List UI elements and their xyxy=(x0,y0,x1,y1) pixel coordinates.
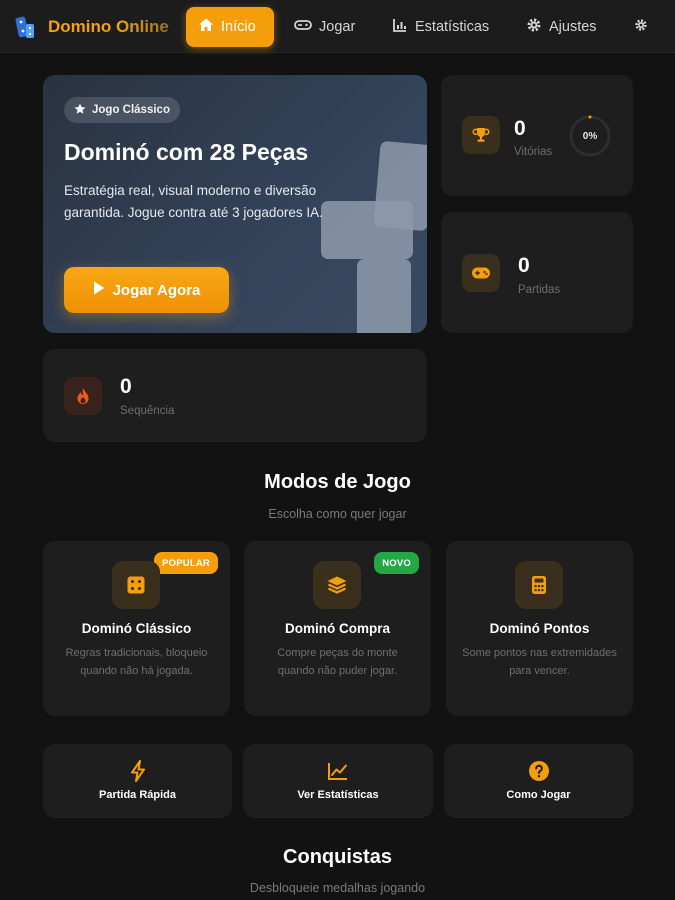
win-rate-ring: 0% xyxy=(568,114,612,158)
action-label: Partida Rápida xyxy=(98,789,177,801)
games-value: 0 xyxy=(518,254,530,277)
nav-item-inicio[interactable]: Início xyxy=(186,7,274,47)
wins-label: Vitórias xyxy=(514,146,553,158)
nav-item-label: Início xyxy=(221,19,256,35)
trophy-icon xyxy=(462,116,500,154)
streak-label: Sequência xyxy=(120,405,175,417)
lightning-icon xyxy=(125,758,151,784)
popular-badge: POPULAR xyxy=(154,552,218,574)
brand[interactable]: Domino Online xyxy=(12,12,176,42)
domino-tile-icon xyxy=(112,561,160,609)
layers-icon xyxy=(313,561,361,609)
settings-button[interactable] xyxy=(624,7,658,47)
stat-card-games: 0 Partidas xyxy=(441,212,633,333)
mode-title: Dominó Compra xyxy=(284,621,390,636)
view-stats-button[interactable]: Ver Estatísticas xyxy=(243,744,433,818)
mode-card-classico[interactable]: POPULAR Dominó Clássico Regras tradicion… xyxy=(43,541,230,716)
achievements-section-title: Conquistas xyxy=(283,846,392,868)
modes-section-title: Modos de Jogo xyxy=(264,471,411,493)
star-icon xyxy=(74,103,86,118)
gear-icon xyxy=(634,18,648,36)
mode-card-compra[interactable]: NOVO Dominó Compra Compre peças do monte… xyxy=(244,541,431,716)
streak-value: 0 xyxy=(120,375,132,398)
mode-title: Dominó Clássico xyxy=(81,621,192,636)
top-nav: Domino Online Início Jogar Estatísticas … xyxy=(0,0,675,53)
nav-item-label: Jogar xyxy=(319,19,356,35)
games-label: Partidas xyxy=(518,284,561,296)
calculator-icon xyxy=(515,561,563,609)
line-chart-icon xyxy=(325,758,351,784)
domino-decoration xyxy=(357,259,411,333)
nav-item-ajustes[interactable]: Ajustes xyxy=(514,7,609,47)
gear-icon xyxy=(526,17,542,37)
mode-description: Compre peças do monte quando não puder j… xyxy=(277,647,398,677)
nav-item-label: Estatísticas xyxy=(415,19,490,35)
hero-description: Estratégia real, visual moderno e divers… xyxy=(64,183,323,220)
help-icon xyxy=(526,758,552,784)
nav-item-label: Ajustes xyxy=(549,19,597,35)
hero-title: Dominó com 28 Peças xyxy=(64,139,309,165)
app-name: Domino Online xyxy=(48,17,176,37)
mode-card-pontos[interactable]: Dominó Pontos Some pontos nas extremidad… xyxy=(446,541,633,716)
stat-card-wins: 0 Vitórias 0% xyxy=(441,75,633,196)
modes-section-subtitle: Escolha como quer jogar xyxy=(268,507,407,521)
action-label: Ver Estatísticas xyxy=(297,789,379,801)
play-icon xyxy=(93,281,105,299)
hero-badge: Jogo Clássico xyxy=(64,97,180,123)
stat-card-streak: 0 Sequência xyxy=(43,349,427,442)
flame-icon xyxy=(64,377,102,415)
gamepad-icon xyxy=(294,18,312,36)
action-label: Como Jogar xyxy=(506,789,571,801)
play-now-button[interactable]: Jogar Agora xyxy=(64,267,229,313)
domino-logo-icon xyxy=(12,14,38,40)
nav-item-jogar[interactable]: Jogar xyxy=(282,7,367,47)
gamepad-icon xyxy=(462,254,500,292)
win-rate-text: 0% xyxy=(582,130,598,142)
mode-title: Dominó Pontos xyxy=(489,621,590,636)
mode-description: Some pontos nas extremidades para vencer… xyxy=(462,647,617,677)
achievements-section-subtitle: Desbloqueie medalhas jogando xyxy=(249,881,426,895)
hero-badge-label: Jogo Clássico xyxy=(92,104,170,116)
home-icon xyxy=(198,17,214,37)
bar-chart-icon xyxy=(392,17,408,37)
nav-item-estatisticas[interactable]: Estatísticas xyxy=(380,7,501,47)
wins-value: 0 xyxy=(514,117,526,140)
quick-match-button[interactable]: Partida Rápida xyxy=(43,744,232,818)
mode-description: Regras tradicionais, bloqueio quando não… xyxy=(65,647,208,677)
play-now-label: Jogar Agora xyxy=(112,281,201,299)
how-to-play-button[interactable]: Como Jogar xyxy=(444,744,633,818)
hero-card: Jogo Clássico Dominó com 28 Peças Estrat… xyxy=(43,75,427,333)
new-badge: NOVO xyxy=(374,552,419,574)
